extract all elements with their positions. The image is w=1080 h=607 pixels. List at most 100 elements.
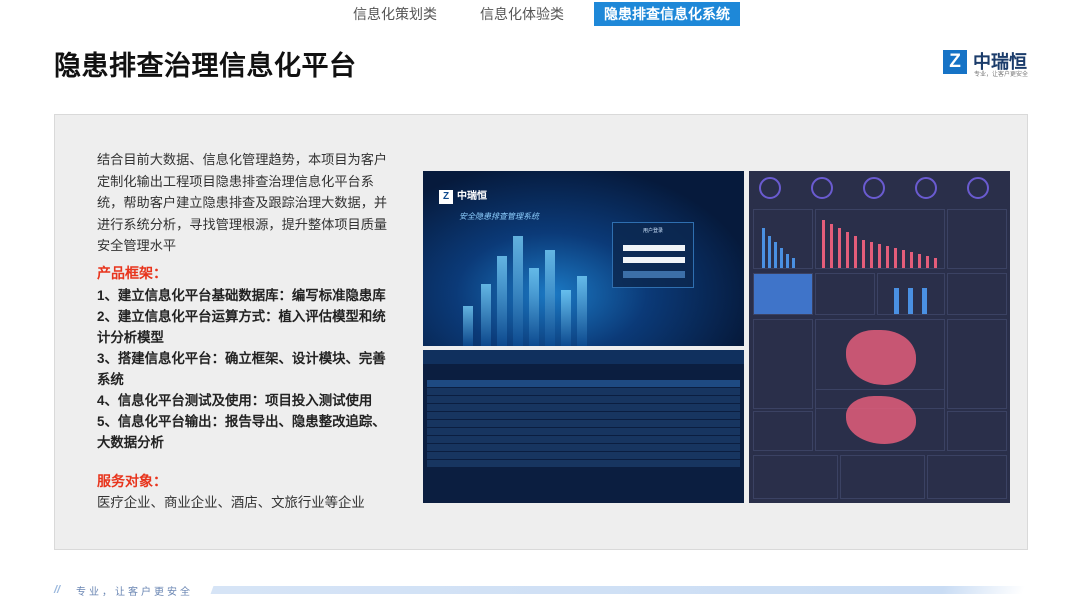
list-item: 5、信息化平台输出：报告导出、隐患整改追踪、大数据分析 (97, 414, 386, 450)
framework-title: 产品框架： (97, 265, 167, 281)
login-box-title: 用户登录 (642, 228, 663, 234)
table-header (423, 350, 744, 364)
footer-slash-icon: // (54, 584, 61, 596)
table-row (427, 420, 740, 427)
skyline-bar (497, 256, 507, 346)
table-row (427, 444, 740, 451)
table-row (427, 412, 740, 419)
footer: // 专业，让客户更安全 (54, 583, 1028, 598)
dash-bar (910, 252, 913, 268)
dash-panel (815, 209, 945, 269)
table-row (427, 428, 740, 435)
tab-hazard-system[interactable]: 隐患排查信息化系统 (594, 2, 740, 26)
list-item: 2、建立信息化平台运算方式：植入评估模型和统计分析模型 (97, 309, 386, 345)
dash-bar (870, 242, 873, 268)
login-brand: Z 中瑞恒 (439, 187, 487, 204)
dash-panel (753, 455, 838, 499)
kpi-ring-icon (863, 177, 885, 199)
dash-panel (927, 455, 1007, 499)
skyline-bar (561, 290, 571, 346)
dash-bar (862, 240, 865, 268)
login-brand-name: 中瑞恒 (457, 191, 487, 202)
kpi-ring-icon (967, 177, 989, 199)
login-button[interactable] (623, 271, 685, 278)
data-table (427, 380, 740, 468)
dash-bar (786, 254, 789, 268)
framework-list: 1、建立信息化平台基础数据库：编写标准隐患库 2、建立信息化平台运算方式：植入评… (97, 285, 397, 453)
list-item: 3、搭建信息化平台：确立框架、设计模块、完善系统 (97, 351, 386, 387)
dashboard-screenshot (749, 171, 1010, 503)
tab-info-planning[interactable]: 信息化策划类 (340, 2, 450, 26)
intro-paragraph: 结合目前大数据、信息化管理趋势，本项目为客户定制化输出工程项目隐患排查治理信息化… (97, 152, 388, 253)
dash-bar (774, 242, 777, 268)
company-logo: Z 中瑞恒 专业，让客户更安全 (943, 48, 1033, 78)
service-text: 医疗企业、商业企业、酒店、文旅行业等企业 (97, 495, 365, 510)
skyline-bar (513, 236, 523, 346)
table-row (427, 404, 740, 411)
dash-bar (886, 246, 889, 268)
kpi-ring-icon (759, 177, 781, 199)
footer-slogan: 专业，让客户更安全 (76, 587, 193, 598)
password-field[interactable] (623, 257, 685, 263)
dash-bar (846, 232, 849, 268)
dash-panel (753, 209, 813, 269)
dash-bar (762, 228, 765, 268)
skyline-bar (577, 276, 587, 346)
dash-panel (947, 319, 1007, 409)
dash-panel (753, 273, 813, 315)
dash-bar (934, 258, 937, 268)
list-item: 1、建立信息化平台基础数据库：编写标准隐患库 (97, 288, 386, 303)
dash-panel (753, 411, 813, 451)
username-field[interactable] (623, 245, 685, 251)
table-row (427, 452, 740, 459)
kpi-ring-icon (915, 177, 937, 199)
dash-bar (838, 228, 841, 268)
dash-bar (922, 288, 927, 314)
table-row (427, 388, 740, 395)
skyline-bar (463, 306, 473, 346)
service-title: 服务对象： (97, 473, 167, 489)
dash-bar (926, 256, 929, 268)
dash-panel (947, 209, 1007, 269)
table-row (427, 380, 740, 387)
brand-z-icon: Z (439, 190, 453, 204)
china-map-icon (846, 330, 916, 385)
dash-bar (878, 244, 881, 268)
table-row (427, 396, 740, 403)
dash-bar (830, 224, 833, 268)
table-row (427, 460, 740, 467)
dash-panel (947, 411, 1007, 451)
dash-panel (753, 319, 813, 409)
dash-panel (815, 389, 945, 451)
list-item: 4、信息化平台测试及使用：项目投入测试使用 (97, 393, 373, 408)
skyline-bar (545, 250, 555, 346)
dash-bar (854, 236, 857, 268)
dash-bar (780, 248, 783, 268)
dash-bar (902, 250, 905, 268)
dash-bar (894, 288, 899, 314)
kpi-ring-icon (811, 177, 833, 199)
dash-panel (877, 273, 945, 315)
china-map-icon (846, 396, 916, 444)
table-screenshot (423, 350, 744, 503)
logo-mark-icon: Z (943, 50, 967, 74)
login-screenshot: Z 中瑞恒 安全隐患排查管理系统 (423, 171, 744, 346)
dash-panel (815, 273, 875, 315)
footer-bar (210, 586, 1026, 594)
dash-bar (768, 236, 771, 268)
login-system-name: 安全隐患排查管理系统 (459, 212, 539, 221)
top-tab-bar: 信息化策划类 信息化体验类 隐患排查信息化系统 (0, 0, 1080, 26)
dash-panel (947, 273, 1007, 315)
dash-bar (792, 258, 795, 268)
dash-bar (822, 220, 825, 268)
skyline-bar (481, 284, 491, 346)
page-title: 隐患排查治理信息化平台 (54, 51, 357, 81)
skyline-bar (529, 268, 539, 346)
dash-bar (908, 288, 913, 314)
dash-bar (918, 254, 921, 268)
table-row (427, 436, 740, 443)
tab-info-experience[interactable]: 信息化体验类 (464, 2, 580, 26)
login-box: 用户登录 (612, 222, 694, 288)
dash-bar (894, 248, 897, 268)
logo-slogan: 专业，让客户更安全 (974, 72, 1029, 78)
